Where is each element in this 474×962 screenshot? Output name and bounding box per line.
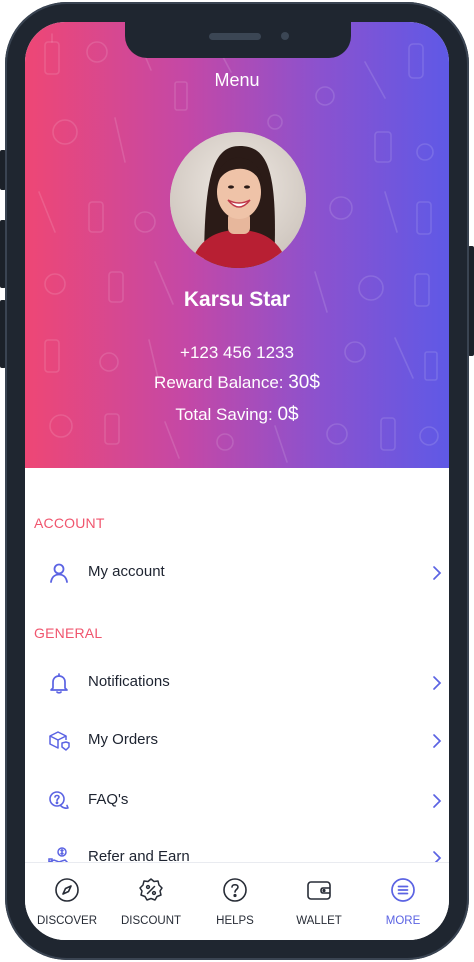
chevron-right-icon: [433, 566, 442, 580]
menu-item-my-account[interactable]: My account: [25, 549, 449, 597]
avatar-portrait: [170, 132, 306, 268]
chevron-right-icon: [433, 734, 442, 748]
profile-header: Menu Karsu Star +123 456 1233 Reward Bal…: [25, 22, 449, 468]
compass-icon: [55, 878, 79, 902]
menu-item-label: My account: [88, 563, 165, 580]
box-icon: [49, 731, 70, 751]
total-saving-value: 0$: [277, 404, 299, 425]
front-camera: [281, 32, 289, 40]
tab-label: DISCOUNT: [120, 915, 182, 927]
tab-wallet[interactable]: WALLET: [277, 863, 361, 940]
menu-icon: [391, 878, 415, 902]
tab-label: MORE: [385, 915, 421, 927]
menu-item-label: My Orders: [88, 731, 159, 748]
tab-label: WALLET: [296, 915, 342, 927]
tab-label: HELPS: [216, 915, 254, 927]
discount-icon: [139, 878, 163, 901]
menu-item-label: Notifications: [88, 673, 170, 690]
bottom-tab-bar: DISCOVER DISCOUNT HELPS WALLET MORE: [25, 862, 449, 940]
chevron-right-icon: [433, 676, 442, 690]
speaker: [209, 33, 261, 40]
tab-discover[interactable]: DISCOVER: [25, 863, 109, 940]
menu-item-faqs[interactable]: FAQ's: [25, 777, 449, 825]
screen: Menu Karsu Star +123 456 1233 Reward Bal…: [25, 22, 449, 940]
reward-balance: Reward Balance: 30$: [25, 372, 449, 394]
tab-label: DISCOVER: [36, 915, 98, 927]
tab-helps[interactable]: HELPS: [193, 863, 277, 940]
avatar[interactable]: [170, 132, 306, 268]
menu-item-notifications[interactable]: Notifications: [25, 659, 449, 707]
section-title-account: ACCOUNT: [34, 515, 105, 531]
tab-more[interactable]: MORE: [361, 863, 445, 940]
reward-balance-value: 30$: [288, 372, 320, 393]
reward-balance-label: Reward Balance:: [154, 373, 289, 392]
profile-name: Karsu Star: [183, 288, 291, 311]
total-saving: Total Saving: 0$: [25, 404, 449, 426]
menu-item-my-orders[interactable]: My Orders: [25, 717, 449, 765]
help-icon: [223, 878, 247, 902]
tab-discount[interactable]: DISCOUNT: [109, 863, 193, 940]
notch: [125, 22, 351, 58]
profile-phone: +123 456 1233: [180, 343, 294, 362]
question-bubble-icon: [49, 791, 69, 809]
page-title: Menu: [214, 70, 260, 90]
section-title-general: GENERAL: [34, 625, 103, 641]
chevron-right-icon: [433, 794, 442, 808]
bell-icon: [50, 673, 68, 694]
user-icon: [50, 563, 68, 583]
menu-item-label: FAQ's: [88, 791, 129, 808]
wallet-icon: [307, 881, 331, 900]
total-saving-label: Total Saving:: [175, 405, 278, 424]
